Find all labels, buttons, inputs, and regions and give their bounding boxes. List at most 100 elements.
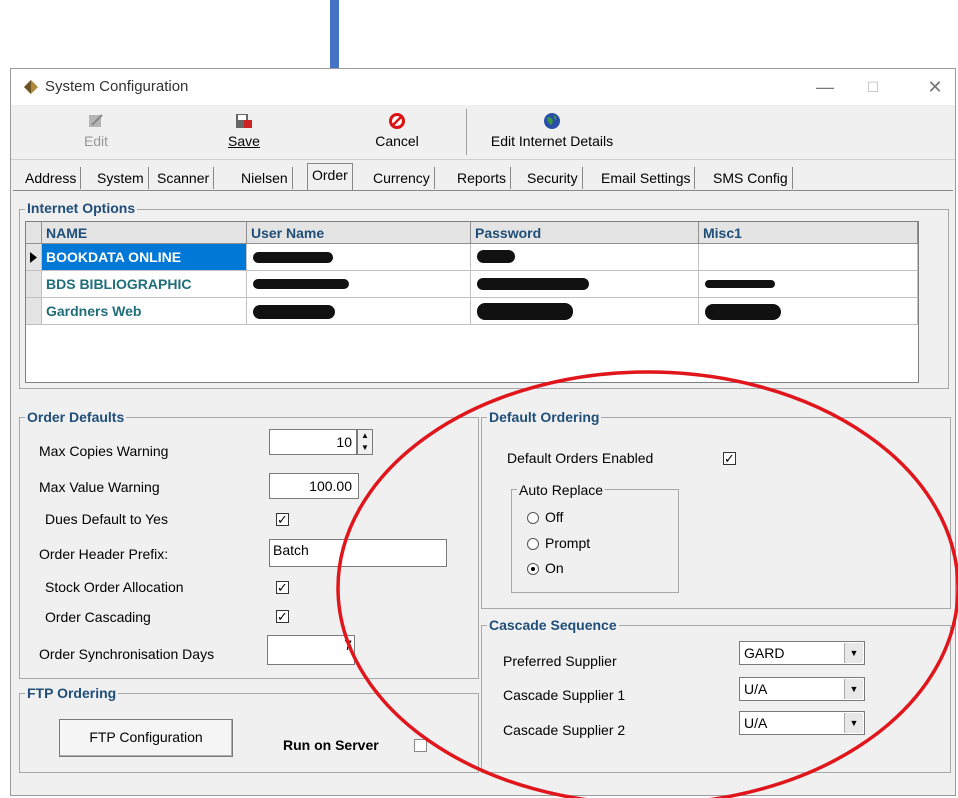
- globe-icon: [544, 113, 560, 129]
- cascade-supplier-1-value: U/A: [744, 681, 768, 697]
- table-row-misc-cell[interactable]: [699, 244, 918, 271]
- current-row-arrow-icon: [30, 252, 37, 263]
- stock-order-allocation-label: Stock Order Allocation: [45, 579, 184, 595]
- preferred-supplier-label: Preferred Supplier: [503, 653, 617, 669]
- tab-order[interactable]: Order: [307, 163, 353, 190]
- preferred-supplier-select[interactable]: GARD ▼: [739, 641, 865, 665]
- edit-internet-details-button[interactable]: Edit Internet Details: [477, 107, 627, 157]
- column-header-user-name[interactable]: User Name: [247, 222, 471, 244]
- table-row-password-cell[interactable]: [471, 271, 699, 298]
- table-row-name-cell[interactable]: BOOKDATA ONLINE: [42, 244, 247, 271]
- save-label: Save: [228, 133, 260, 149]
- cascade-supplier-1-select[interactable]: U/A ▼: [739, 677, 865, 701]
- auto-replace-off-radio[interactable]: [527, 512, 539, 524]
- internet-options-grid: NAME User Name Password Misc1 BOOKDATA O…: [25, 221, 919, 383]
- max-value-input[interactable]: 100.00: [269, 473, 359, 499]
- spin-up-icon[interactable]: ▲: [361, 431, 369, 440]
- cascade-supplier-2-label: Cascade Supplier 2: [503, 722, 626, 738]
- preferred-supplier-value: GARD: [744, 645, 785, 661]
- save-button[interactable]: Save: [219, 107, 269, 157]
- column-header-name[interactable]: NAME: [42, 222, 247, 244]
- table-row-name-cell[interactable]: BDS BIBLIOGRAPHIC: [42, 271, 247, 298]
- ftp-configuration-button[interactable]: FTP Configuration: [59, 719, 233, 757]
- tab-security[interactable]: Security: [523, 167, 583, 189]
- redaction: [253, 305, 335, 319]
- edit-internet-details-label: Edit Internet Details: [490, 133, 614, 149]
- row-indicator: [26, 298, 42, 325]
- minimize-button[interactable]: —: [805, 73, 845, 101]
- default-orders-enabled-checkbox[interactable]: ✓: [723, 452, 736, 465]
- table-row-misc-cell[interactable]: [699, 298, 918, 325]
- order-header-prefix-input[interactable]: Batch: [269, 539, 447, 567]
- order-cascading-checkbox[interactable]: ✓: [276, 610, 289, 623]
- tab-email-settings[interactable]: Email Settings: [597, 167, 696, 189]
- order-cascading-label: Order Cascading: [45, 609, 151, 625]
- auto-replace-prompt-label: Prompt: [545, 535, 591, 551]
- close-button[interactable]: ✕: [915, 73, 955, 101]
- tab-scanner[interactable]: Scanner: [153, 167, 215, 189]
- default-orders-enabled-label: Default Orders Enabled: [507, 450, 654, 466]
- table-row-user-cell[interactable]: [247, 271, 471, 298]
- max-value-label: Max Value Warning: [39, 479, 160, 495]
- order-sync-days-label: Order Synchronisation Days: [39, 646, 215, 662]
- cancel-label: Cancel: [375, 133, 419, 149]
- cancel-icon: [389, 113, 405, 129]
- chevron-down-icon[interactable]: ▼: [844, 679, 863, 699]
- edit-icon: [89, 114, 103, 127]
- column-header-password[interactable]: Password: [471, 222, 699, 244]
- cancel-button[interactable]: Cancel: [367, 107, 427, 157]
- system-configuration-window: System Configuration — ☐ ✕ Edit Save Can…: [10, 68, 956, 796]
- run-on-server-checkbox[interactable]: [414, 739, 427, 752]
- redaction: [705, 280, 775, 288]
- max-copies-label: Max Copies Warning: [39, 443, 169, 459]
- cascade-supplier-2-select[interactable]: U/A ▼: [739, 711, 865, 735]
- row-indicator: [26, 271, 42, 298]
- table-row-user-cell[interactable]: [247, 244, 471, 271]
- run-on-server-label: Run on Server: [283, 737, 379, 753]
- auto-replace-title: Auto Replace: [517, 482, 606, 498]
- redaction: [253, 252, 333, 263]
- table-row-password-cell[interactable]: [471, 244, 699, 271]
- dues-default-checkbox[interactable]: ✓: [276, 513, 289, 526]
- window-title: System Configuration: [45, 78, 189, 95]
- redaction: [477, 278, 589, 290]
- order-sync-days-input[interactable]: 7: [267, 635, 355, 665]
- redaction: [477, 303, 573, 320]
- cascade-sequence-title: Cascade Sequence: [487, 617, 619, 633]
- redaction: [477, 250, 515, 263]
- table-row-misc-cell[interactable]: [699, 271, 918, 298]
- tab-currency[interactable]: Currency: [369, 167, 435, 189]
- max-copies-input[interactable]: 10: [269, 429, 357, 455]
- edit-button[interactable]: Edit: [71, 107, 121, 157]
- tab-baseline: [13, 190, 953, 191]
- max-copies-spinner[interactable]: ▲ ▼: [357, 429, 373, 455]
- save-icon: [236, 114, 252, 128]
- cascade-supplier-2-value: U/A: [744, 715, 768, 731]
- tab-system[interactable]: System: [93, 167, 149, 189]
- auto-replace-prompt-radio[interactable]: [527, 538, 539, 550]
- spin-down-icon[interactable]: ▼: [361, 443, 369, 452]
- tab-sms-config[interactable]: SMS Config: [709, 167, 793, 189]
- auto-replace-on-label: On: [545, 560, 564, 576]
- column-header-misc1[interactable]: Misc1: [699, 222, 918, 244]
- table-row-password-cell[interactable]: [471, 298, 699, 325]
- edit-label: Edit: [83, 133, 109, 149]
- auto-replace-on-radio[interactable]: [527, 563, 539, 575]
- chevron-down-icon[interactable]: ▼: [844, 643, 863, 663]
- maximize-button[interactable]: ☐: [853, 73, 893, 101]
- grid-corner: [26, 222, 42, 244]
- tab-address[interactable]: Address: [21, 167, 82, 189]
- tab-reports[interactable]: Reports: [453, 167, 512, 189]
- toolbar: Edit Save Cancel Edit Internet Details: [11, 105, 955, 160]
- table-row-name-cell[interactable]: Gardners Web: [42, 298, 247, 325]
- table-row-user-cell[interactable]: [247, 298, 471, 325]
- title-bar: System Configuration — ☐ ✕: [11, 69, 955, 105]
- chevron-down-icon[interactable]: ▼: [844, 713, 863, 733]
- app-icon: [24, 80, 38, 94]
- internet-options-title: Internet Options: [25, 200, 138, 216]
- order-defaults-title: Order Defaults: [25, 409, 127, 425]
- tab-nielsen[interactable]: Nielsen: [237, 167, 293, 189]
- stock-order-allocation-checkbox[interactable]: ✓: [276, 581, 289, 594]
- ftp-ordering-title: FTP Ordering: [25, 685, 119, 701]
- redaction: [253, 279, 349, 289]
